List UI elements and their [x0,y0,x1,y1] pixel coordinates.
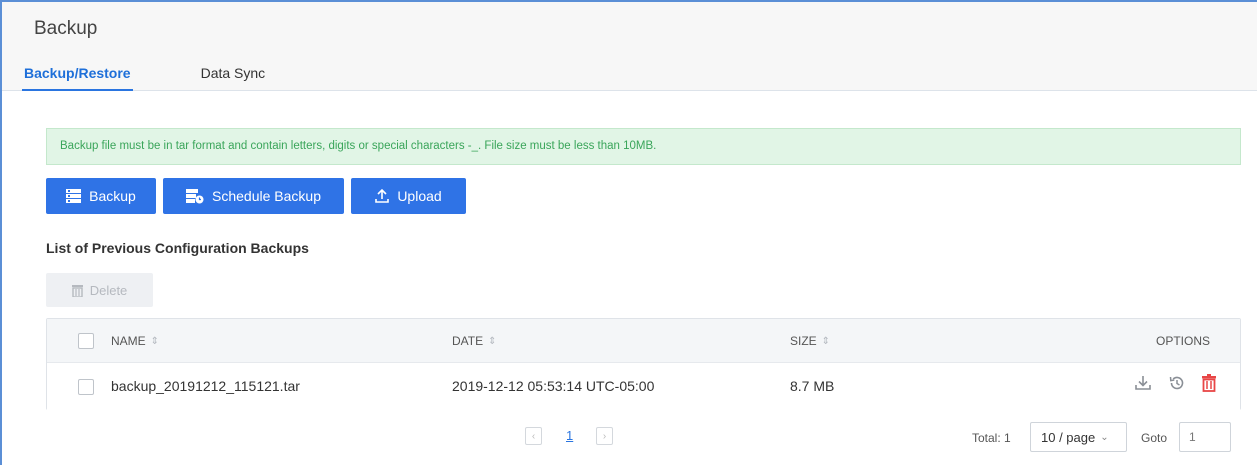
tab-bar: Backup/Restore Data Sync [22,64,267,91]
column-header-options: OPTIONS [1156,334,1210,348]
upload-icon [375,189,390,203]
sort-icon: ⇕ [150,335,160,347]
select-all-checkbox[interactable] [78,333,94,349]
total-count: Total: 1 [972,431,1011,445]
column-name-label: NAME [111,334,146,348]
restore-icon[interactable] [1168,374,1186,392]
column-size-label: SIZE [790,334,817,348]
column-header-date[interactable]: DATE ⇕ [452,334,497,348]
page-header: Backup Backup/Restore Data Sync [2,2,1257,91]
sort-icon: ⇕ [821,335,831,347]
schedule-backup-label: Schedule Backup [212,188,321,204]
section-title: List of Previous Configuration Backups [46,240,309,256]
schedule-server-icon [186,188,204,204]
backup-date: 2019-12-12 05:53:14 UTC-05:00 [452,378,655,394]
tab-data-sync[interactable]: Data Sync [199,64,268,91]
page-number-current[interactable]: 1 [566,428,573,443]
goto-label: Goto [1141,431,1168,445]
sort-icon: ⇕ [488,335,497,347]
tab-backup-restore[interactable]: Backup/Restore [22,64,133,91]
chevron-down-icon: ⌄ [1100,431,1109,443]
table-row: backup_20191212_115121.tar 2019-12-12 05… [47,363,1240,410]
row-options [1134,374,1216,392]
backup-button-label: Backup [89,188,136,204]
column-header-size[interactable]: SIZE ⇕ [790,334,830,348]
backup-file-name: backup_20191212_115121.tar [111,378,300,394]
upload-button-label: Upload [397,188,442,204]
next-page-button[interactable]: › [596,427,613,445]
goto-input[interactable] [1179,422,1231,452]
server-list-icon [66,189,82,203]
column-options-label: OPTIONS [1155,334,1210,348]
column-header-name[interactable]: NAME ⇕ [111,334,159,348]
row-checkbox[interactable] [78,379,94,395]
upload-button[interactable]: Upload [351,178,466,214]
backup-button[interactable]: Backup [46,178,156,214]
delete-button-label: Delete [89,282,128,298]
trash-icon [71,284,83,297]
delete-button[interactable]: Delete [46,273,153,307]
page-size-value: 10 / page [1041,429,1096,445]
backup-size: 8.7 MB [790,378,835,394]
page-title: Backup [34,18,98,39]
download-icon[interactable] [1134,374,1152,392]
backup-table: NAME ⇕ DATE ⇕ SIZE ⇕ OPTIONS backup_2019… [46,318,1241,410]
schedule-backup-button[interactable]: Schedule Backup [163,178,344,214]
chevron-right-icon: › [602,430,607,442]
info-notice: Backup file must be in tar format and co… [46,128,1241,165]
chevron-left-icon: ‹ [531,430,536,442]
page-size-select[interactable]: 10 / page ⌄ [1030,422,1127,452]
table-header: NAME ⇕ DATE ⇕ SIZE ⇕ OPTIONS [47,319,1240,363]
column-date-label: DATE [452,334,484,348]
prev-page-button[interactable]: ‹ [525,427,542,445]
trash-icon[interactable] [1202,374,1216,392]
